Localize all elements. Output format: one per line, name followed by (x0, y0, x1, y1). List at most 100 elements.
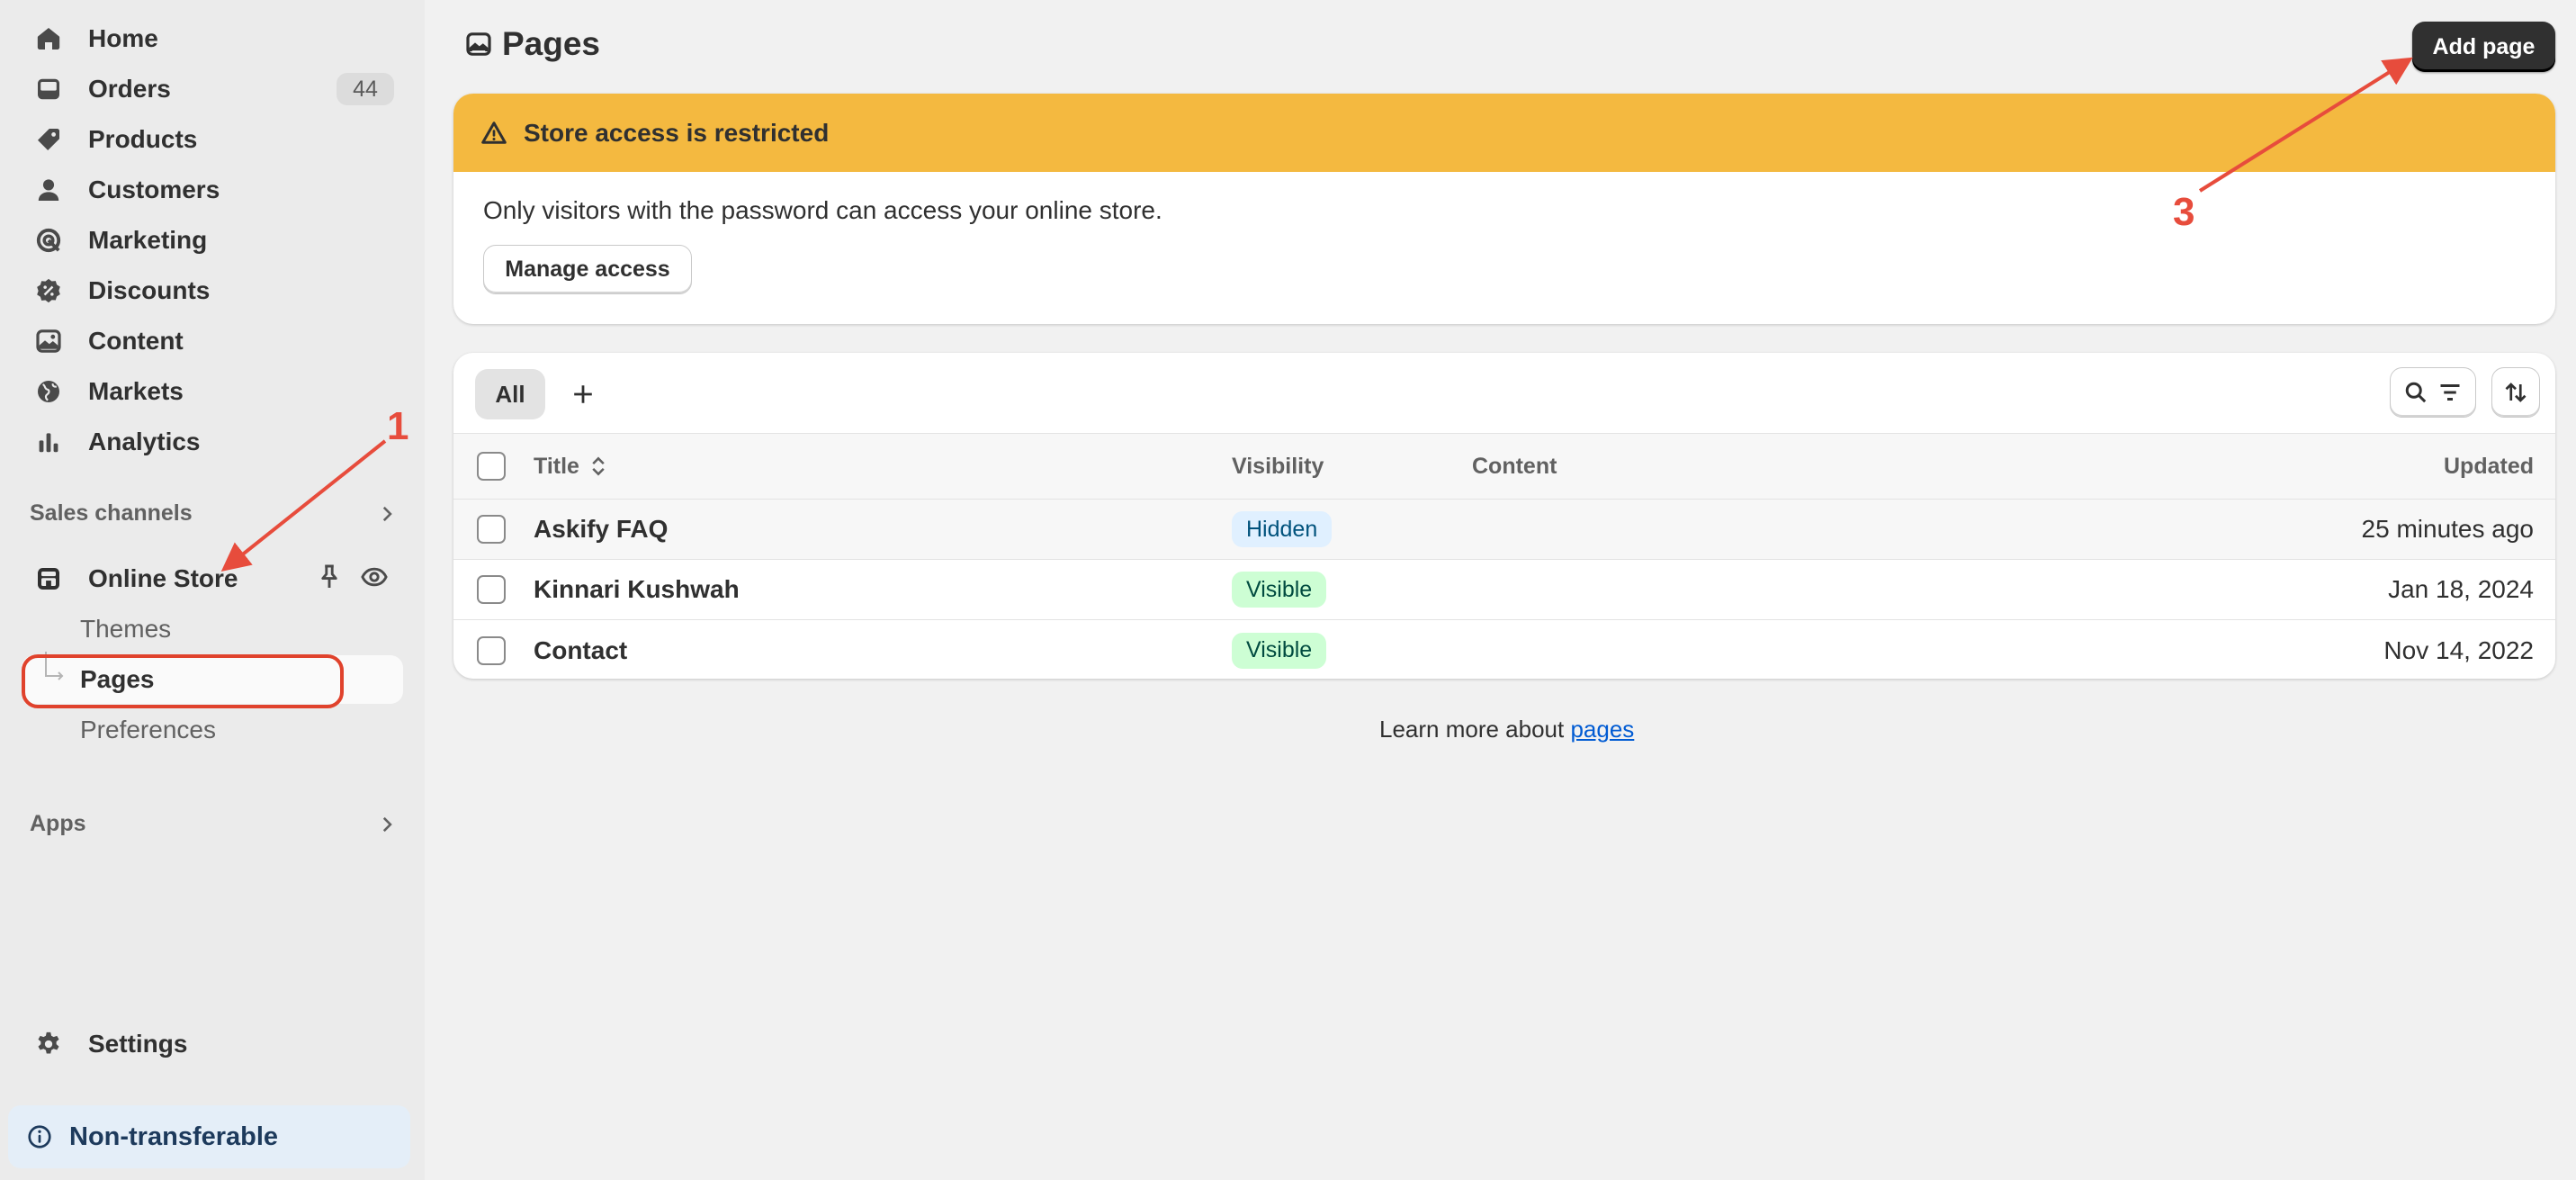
gear-icon (31, 1026, 67, 1062)
sidebar-subitem-label: Themes (80, 615, 172, 643)
sidebar-item-label: Analytics (88, 428, 201, 455)
column-title-label: Title (534, 453, 579, 479)
sidebar-item-analytics[interactable]: Analytics (22, 420, 399, 464)
table-row[interactable]: Askify FAQ Hidden 25 minutes ago (453, 500, 2555, 560)
sidebar-item-label: Settings (88, 1030, 188, 1058)
sidebar-item-label: Customers (88, 176, 220, 203)
learn-more-text: Learn more about pages (1379, 716, 1634, 743)
home-icon (31, 21, 67, 57)
page-title: Pages (502, 25, 601, 62)
page-header: Pages (464, 25, 600, 63)
learn-more-prefix: Learn more about (1379, 716, 1571, 743)
manage-access-button[interactable]: Manage access (483, 245, 692, 294)
column-header-visibility: Visibility (1232, 453, 1324, 479)
select-all-checkbox[interactable] (477, 452, 506, 481)
visibility-badge: Visible (1232, 632, 1327, 669)
sidebar-item-markets[interactable]: Markets (22, 370, 399, 413)
sidebar-item-discounts[interactable]: Discounts (22, 269, 399, 312)
add-page-button[interactable]: Add page (2412, 22, 2555, 72)
pages-icon (466, 32, 491, 56)
info-icon (28, 1125, 51, 1148)
orders-count-badge: 44 (337, 73, 394, 105)
search-filter-button[interactable] (2390, 367, 2476, 418)
sidebar: Home Orders 44 Products Customers Market… (0, 0, 425, 1180)
online-store-tools (315, 563, 389, 591)
column-header-title[interactable]: Title (534, 434, 608, 499)
banner-message: Only visitors with the password can acce… (483, 196, 1162, 224)
non-transferable-notice[interactable]: Non-transferable (8, 1105, 410, 1168)
table-row[interactable]: Kinnari Kushwah Visible Jan 18, 2024 (453, 560, 2555, 620)
store-access-banner: Store access is restricted Only visitors… (453, 94, 2555, 324)
row-visibility: Visible (1232, 560, 1327, 619)
add-view-button[interactable] (565, 376, 601, 412)
sidebar-item-customers[interactable]: Customers (22, 168, 399, 212)
tag-icon (31, 122, 67, 158)
sidebar-item-label: Discounts (88, 276, 211, 304)
chevron-right-icon (382, 506, 392, 521)
learn-more-link[interactable]: pages (1570, 716, 1634, 743)
sidebar-item-label: Orders (88, 75, 171, 103)
sidebar-item-online-store[interactable]: Online Store (22, 557, 399, 600)
tab-all[interactable]: All (475, 369, 545, 419)
apps-label: Apps (30, 811, 86, 836)
sales-channels-header[interactable]: Sales channels (30, 500, 399, 527)
sidebar-item-label: Markets (88, 377, 184, 405)
warning-icon (481, 121, 507, 144)
tabs-bar: All (453, 353, 2555, 433)
table-row[interactable]: Contact Visible Nov 14, 2022 (453, 620, 2555, 679)
row-visibility: Visible (1232, 620, 1327, 679)
column-header-content: Content (1472, 453, 1557, 479)
chevron-right-icon (382, 816, 392, 832)
search-icon (2405, 382, 2427, 403)
annotation-step-3: 3 (2173, 190, 2195, 234)
row-updated: Jan 18, 2024 (2388, 575, 2534, 603)
globe-icon (31, 374, 67, 410)
row-title[interactable]: Contact (534, 620, 627, 679)
sidebar-item-label: Home (88, 24, 158, 52)
image-icon (31, 323, 67, 359)
sort-caret-icon (592, 456, 605, 476)
sidebar-item-label: Online Store (88, 564, 238, 592)
store-icon (31, 561, 67, 597)
sidebar-item-label: Products (88, 125, 198, 153)
eye-icon[interactable] (360, 563, 389, 591)
bar-chart-icon (31, 424, 67, 460)
sidebar-item-home[interactable]: Home (22, 17, 399, 60)
sales-channels-label: Sales channels (30, 500, 193, 526)
sidebar-item-settings[interactable]: Settings (22, 1022, 399, 1066)
table-header: Title Visibility Content Updated (453, 433, 2555, 500)
row-visibility: Hidden (1232, 500, 1333, 559)
discount-icon (31, 273, 67, 309)
row-checkbox[interactable] (477, 635, 506, 665)
sort-button[interactable] (2491, 367, 2540, 418)
sidebar-subitem-label: Preferences (80, 716, 216, 743)
row-checkbox[interactable] (477, 515, 506, 544)
sidebar-item-label: Content (88, 327, 184, 355)
plus-icon (574, 385, 592, 403)
row-updated: Nov 14, 2022 (2383, 635, 2534, 664)
row-updated: 25 minutes ago (2361, 515, 2534, 543)
annotation-highlight-box (22, 654, 344, 708)
sidebar-subitem-preferences[interactable]: Preferences (22, 706, 403, 754)
sort-icon (2505, 383, 2527, 402)
row-title[interactable]: Kinnari Kushwah (534, 560, 740, 619)
row-checkbox[interactable] (477, 575, 506, 604)
pin-icon[interactable] (315, 563, 344, 591)
sidebar-item-content[interactable]: Content (22, 320, 399, 363)
sidebar-item-marketing[interactable]: Marketing (22, 219, 399, 262)
person-icon (31, 172, 67, 208)
non-transferable-label: Non-transferable (69, 1121, 279, 1151)
apps-header[interactable]: Apps (30, 811, 399, 837)
sidebar-item-products[interactable]: Products (22, 118, 399, 161)
sidebar-subitem-themes[interactable]: Themes (22, 605, 403, 653)
banner-header: Store access is restricted (453, 94, 2555, 172)
column-header-updated: Updated (2444, 453, 2534, 479)
visibility-badge: Visible (1232, 572, 1327, 608)
banner-title: Store access is restricted (524, 118, 830, 147)
row-title[interactable]: Askify FAQ (534, 500, 668, 559)
annotation-step-1: 1 (387, 404, 409, 448)
sidebar-item-orders[interactable]: Orders 44 (22, 68, 399, 111)
inbox-icon (31, 71, 67, 107)
visibility-badge: Hidden (1232, 511, 1333, 547)
pages-table-card: All Title Visibility Content Updated Ask… (453, 353, 2555, 679)
